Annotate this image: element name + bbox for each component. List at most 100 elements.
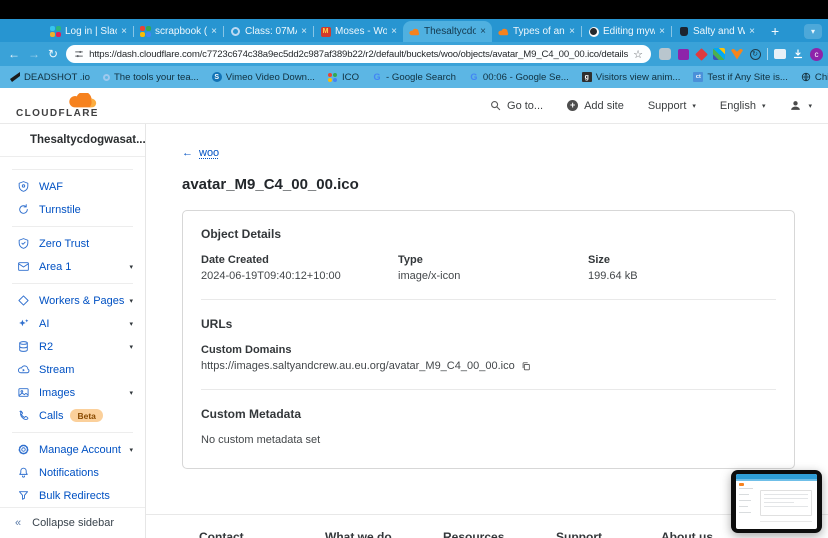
cloudflare-favicon bbox=[498, 26, 509, 37]
account-name[interactable]: Thesaltycdogwasat... bbox=[0, 124, 145, 157]
visitors-icon: g bbox=[581, 72, 592, 82]
back-to-bucket-link[interactable]: ← woo bbox=[182, 147, 828, 159]
size-value: 199.64 kB bbox=[588, 270, 638, 282]
close-icon[interactable]: × bbox=[569, 26, 575, 37]
page-footer: Contact Contact support↗ What we do Plan… bbox=[146, 514, 828, 538]
bookmark-star-icon[interactable]: ☆ bbox=[633, 48, 643, 61]
bookmark-vimeo[interactable]: S Vimeo Video Down... bbox=[211, 72, 315, 83]
tab-types-of-analytics[interactable]: Types of analytic × bbox=[492, 21, 581, 42]
tab-scrapbook[interactable]: scrapbook (Chan × bbox=[134, 21, 223, 42]
screen-share-pip-window[interactable] bbox=[731, 470, 822, 533]
sidebar-item-zero-trust[interactable]: Zero Trust bbox=[0, 232, 145, 255]
bookmark-ico[interactable]: ICO bbox=[328, 72, 359, 83]
shield-icon bbox=[16, 180, 30, 194]
user-menu[interactable]: ▾ bbox=[789, 99, 812, 112]
collapse-sidebar-button[interactable]: « Collapse sidebar bbox=[0, 507, 145, 538]
back-icon[interactable]: ← bbox=[8, 48, 20, 60]
profile-avatar[interactable]: c bbox=[810, 47, 823, 61]
bookmark-google-search[interactable]: G- Google Search bbox=[372, 72, 456, 83]
type-label: Type bbox=[398, 254, 423, 266]
sidebar-item-turnstile[interactable]: Turnstile bbox=[0, 198, 145, 221]
new-tab-button[interactable]: + bbox=[771, 23, 779, 39]
image-icon bbox=[16, 386, 30, 400]
urls-heading: URLs bbox=[201, 317, 233, 331]
history-extension-icon[interactable]: ↻ bbox=[749, 48, 761, 60]
site-settings-icon[interactable] bbox=[74, 49, 84, 59]
tab-search-chevron-button[interactable]: ▾ bbox=[804, 24, 822, 39]
sidebar-item-notifications[interactable]: Notifications bbox=[0, 461, 145, 484]
bookmark-visitors[interactable]: g Visitors view anim... bbox=[581, 72, 680, 83]
close-icon[interactable]: × bbox=[480, 26, 486, 37]
sidebar-item-workers-pages[interactable]: Workers & Pages ▾ bbox=[0, 289, 145, 312]
sidebar-item-calls[interactable]: Calls Beta bbox=[0, 404, 145, 427]
sidebar-item-images[interactable]: Images ▾ bbox=[0, 381, 145, 404]
address-bar[interactable]: https://dash.cloudflare.com/c7723c674c38… bbox=[66, 45, 651, 63]
sidebar-item-ai[interactable]: AI ▾ bbox=[0, 312, 145, 335]
tab-github[interactable]: Editing mywebpa × bbox=[582, 21, 671, 42]
page-title: avatar_M9_C4_00_00.ico bbox=[182, 176, 359, 193]
side-panel-icon[interactable] bbox=[774, 49, 786, 59]
sidebar-item-manage-account[interactable]: Manage Account ▾ bbox=[0, 438, 145, 461]
close-icon[interactable]: × bbox=[211, 26, 217, 37]
footer-heading: Contact bbox=[199, 530, 244, 538]
copy-icon[interactable] bbox=[521, 361, 531, 372]
chevron-down-icon[interactable]: ▾ bbox=[129, 389, 133, 397]
bookmark-google-search-2[interactable]: G 00:06 - Google Se... bbox=[469, 72, 568, 83]
brand-name: CLOUDFLARE bbox=[16, 107, 99, 119]
chevron-down-icon[interactable]: ▾ bbox=[129, 343, 133, 351]
tab-cloudflare-active[interactable]: Thesaltycdogwa × bbox=[403, 21, 492, 42]
back-arrow-icon: ← bbox=[182, 147, 193, 159]
bookmark-china-firewall[interactable]: China Firewall Test... bbox=[801, 72, 828, 83]
class-favicon bbox=[230, 26, 241, 37]
close-icon[interactable]: × bbox=[301, 26, 307, 37]
reload-icon[interactable]: ↻ bbox=[48, 48, 58, 60]
close-icon[interactable]: × bbox=[659, 26, 665, 37]
sidebar-item-area1[interactable]: Area 1 ▾ bbox=[0, 255, 145, 278]
google-icon: G bbox=[470, 72, 478, 82]
bookmark-deadshot[interactable]: DEADSHOT .io bbox=[10, 72, 90, 83]
sidebar-item-bulk-redirects[interactable]: Bulk Redirects bbox=[0, 484, 145, 507]
sidebar-item-waf[interactable]: WAF bbox=[0, 175, 145, 198]
downloads-icon[interactable] bbox=[792, 48, 804, 60]
footer-heading: Resources bbox=[443, 530, 505, 538]
rotate-icon bbox=[16, 203, 30, 217]
goto-search[interactable]: Go to... bbox=[490, 100, 543, 112]
screenshot-extension-icon[interactable] bbox=[659, 48, 671, 60]
chevron-down-icon[interactable]: ▾ bbox=[129, 263, 133, 271]
bookmark-tools[interactable]: The tools your tea... bbox=[102, 72, 199, 83]
language-menu[interactable]: English ▾ bbox=[720, 100, 766, 112]
metamask-extension-icon[interactable] bbox=[731, 48, 743, 60]
close-icon[interactable]: × bbox=[749, 26, 755, 37]
mosaic-extension-icon[interactable] bbox=[713, 48, 725, 60]
tab-title: Moses - World H bbox=[335, 26, 388, 37]
sidebar-item-stream[interactable]: Stream bbox=[0, 358, 145, 381]
forward-icon[interactable]: → bbox=[28, 48, 40, 60]
chevron-down-icon[interactable]: ▾ bbox=[129, 320, 133, 328]
purple-extension-icon[interactable] bbox=[677, 48, 689, 60]
close-icon[interactable]: × bbox=[121, 26, 127, 37]
envelope-icon bbox=[16, 260, 30, 274]
tab-salty-wills[interactable]: Salty and Wills's × bbox=[672, 21, 761, 42]
extensions-area: ↻ c ⋮ bbox=[659, 47, 828, 61]
vimeo-icon: S bbox=[211, 72, 222, 82]
tools-icon bbox=[102, 73, 110, 81]
support-menu[interactable]: Support ▾ bbox=[648, 100, 696, 112]
tab-slack[interactable]: Log in | Slack × bbox=[44, 21, 133, 42]
tab-strip: Log in | Slack × scrapbook (Chan × Class… bbox=[0, 19, 828, 42]
tab-moses[interactable]: M Moses - World H × bbox=[314, 21, 403, 42]
google-icon: G bbox=[373, 72, 381, 82]
red-diamond-extension-icon[interactable] bbox=[694, 47, 708, 61]
bell-icon bbox=[16, 466, 30, 480]
footer-heading: Support bbox=[556, 530, 602, 538]
sidebar-item-r2[interactable]: R2 ▾ bbox=[0, 335, 145, 358]
sidebar-divider bbox=[12, 283, 133, 284]
cloudflare-logo[interactable]: CLOUDFLARE bbox=[16, 92, 99, 119]
chevron-down-icon[interactable]: ▾ bbox=[129, 446, 133, 454]
tab-class[interactable]: Class: 07MAT4 | × bbox=[224, 21, 313, 42]
tab-title: Types of analytic bbox=[513, 26, 565, 37]
add-site-button[interactable]: + Add site bbox=[567, 100, 624, 112]
size-label: Size bbox=[588, 254, 611, 266]
close-icon[interactable]: × bbox=[391, 26, 397, 37]
chevron-down-icon[interactable]: ▾ bbox=[129, 297, 133, 305]
bookmark-test-site[interactable]: ct Test if Any Site is... bbox=[693, 72, 788, 83]
